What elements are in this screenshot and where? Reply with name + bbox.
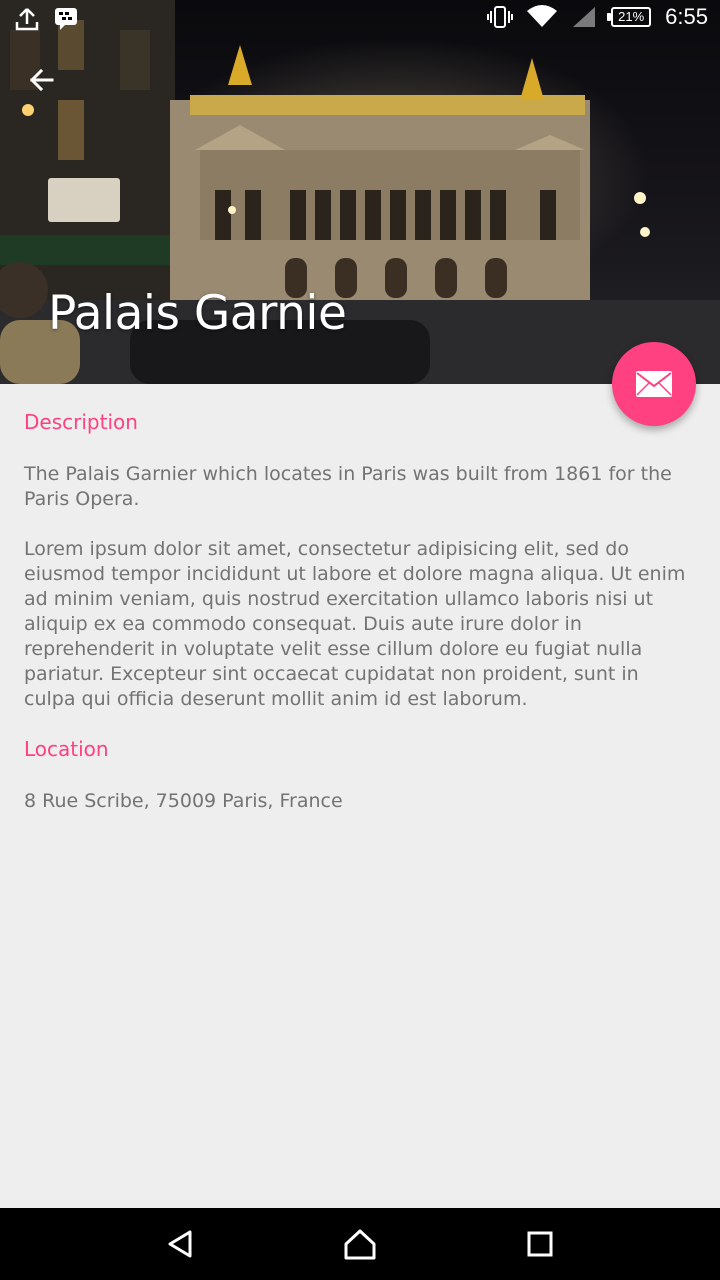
navigation-bar (0, 1208, 720, 1280)
battery-level: 21% (618, 9, 645, 24)
description-heading: Description (24, 410, 138, 434)
nav-recents-button[interactable] (520, 1228, 560, 1260)
clock: 6:55 (665, 4, 708, 29)
location-heading: Location (24, 737, 109, 761)
battery-icon: 21% (607, 7, 652, 27)
arrow-left-icon (29, 68, 54, 92)
back-button[interactable] (24, 62, 60, 98)
upload-icon (15, 8, 39, 31)
vibrate-icon (487, 6, 514, 28)
back-triangle-icon (168, 1230, 192, 1258)
nav-home-button[interactable] (340, 1228, 380, 1260)
wifi-icon (527, 5, 558, 27)
page-title: Palais Garnie (48, 286, 347, 341)
detail-content: Description The Palais Garnier which loc… (24, 410, 696, 839)
mail-icon (636, 371, 672, 397)
location-address: 8 Rue Scribe, 75009 Paris, France (24, 790, 343, 812)
signal-icon (573, 7, 596, 27)
status-bar: 21% 6:55 (0, 0, 720, 40)
home-icon (344, 1229, 376, 1260)
description-paragraph: The Palais Garnier which locates in Pari… (24, 463, 672, 510)
nav-back-button[interactable] (160, 1228, 200, 1260)
description-paragraph: Lorem ipsum dolor sit amet, consectetur … (24, 538, 686, 710)
recents-square-icon (527, 1231, 553, 1257)
bbm-icon (55, 8, 77, 30)
